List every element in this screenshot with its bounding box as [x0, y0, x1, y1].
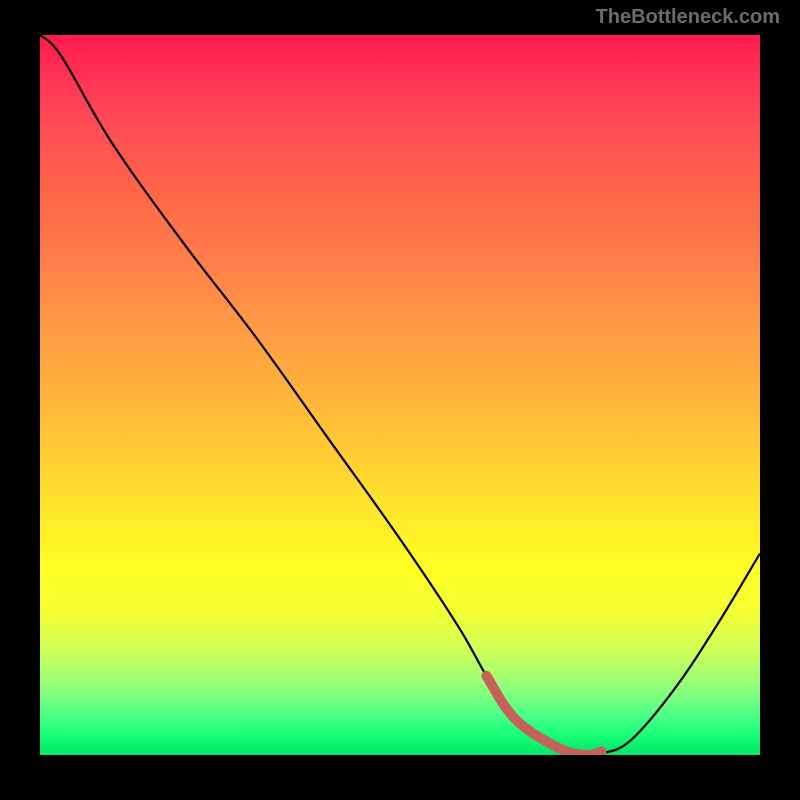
bottleneck-curve-path: [40, 35, 760, 755]
highlight-segment-path: [486, 676, 601, 755]
attribution-text: TheBottleneck.com: [596, 6, 780, 29]
chart-gradient-area: [40, 35, 760, 755]
chart-svg: [40, 35, 760, 755]
